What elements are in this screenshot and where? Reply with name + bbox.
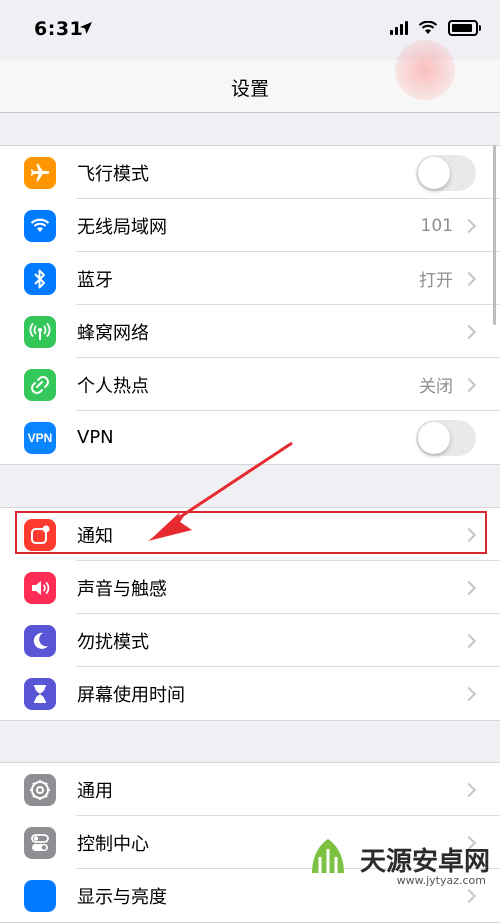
settings-row-label: 勿扰模式 [77, 631, 149, 653]
settings-row-label: 蜂窝网络 [77, 322, 149, 344]
antenna-icon [24, 315, 56, 348]
settings-row-cellular[interactable]: 蜂窝网络 [0, 305, 500, 358]
chevron-right-icon [461, 580, 477, 595]
decorative-blur [395, 40, 455, 100]
chevron-right-icon [461, 782, 477, 797]
wifi-icon [24, 209, 56, 242]
chevron-right-icon [461, 377, 477, 392]
annotation-highlight-box [15, 511, 487, 554]
settings-row-airplane-mode[interactable]: 飞行模式 [0, 146, 500, 199]
watermark-logo-icon [311, 839, 344, 873]
watermark-text: 天源安卓网 [359, 846, 490, 877]
switches-icon [24, 826, 56, 859]
settings-row-label: 显示与亮度 [77, 886, 167, 908]
chevron-right-icon [461, 888, 477, 903]
settings-row-label: 蓝牙 [77, 269, 113, 291]
watermark-url: www.jytyaz.com [396, 874, 486, 887]
settings-row-label: 无线局域网 [77, 216, 167, 238]
bluetooth-icon [24, 262, 56, 295]
settings-row-do-not-disturb[interactable]: 勿扰模式 [0, 614, 500, 667]
settings-row-general[interactable]: 通用 [0, 763, 500, 816]
settings-row-wifi[interactable]: 无线局域网 101 [0, 199, 500, 252]
status-time: 6:31 [34, 18, 84, 40]
vpn-toggle[interactable] [416, 419, 476, 456]
hotspot-status-value: 关闭 [419, 377, 453, 397]
battery-icon [448, 20, 481, 36]
settings-row-label: VPN [77, 427, 114, 448]
vpn-icon: VPN [24, 421, 56, 454]
airplane-mode-toggle[interactable] [416, 154, 476, 191]
wifi-status-icon [418, 21, 438, 34]
chevron-right-icon [461, 324, 477, 339]
hotspot-icon [24, 368, 56, 401]
settings-row-label: 声音与触感 [77, 578, 167, 600]
display-icon [24, 879, 56, 912]
scrollbar[interactable] [493, 145, 496, 325]
hourglass-icon [24, 677, 56, 710]
settings-row-label: 控制中心 [77, 833, 149, 855]
settings-group-connectivity: 飞行模式 无线局域网 101 蓝牙 打开 蜂窝网络 个人热点 关闭 VPN VP… [0, 145, 500, 465]
settings-row-label: 个人热点 [77, 375, 149, 397]
settings-row-label: 通用 [77, 780, 113, 802]
settings-row-label: 屏幕使用时间 [77, 684, 185, 706]
settings-row-screen-time[interactable]: 屏幕使用时间 [0, 667, 500, 720]
moon-icon [24, 624, 56, 657]
chevron-right-icon [461, 271, 477, 286]
cellular-signal-icon [390, 21, 408, 35]
settings-row-label: 飞行模式 [77, 163, 149, 185]
settings-row-bluetooth[interactable]: 蓝牙 打开 [0, 252, 500, 305]
chevron-right-icon [461, 633, 477, 648]
bluetooth-status-value: 打开 [419, 271, 453, 291]
wifi-network-value: 101 [420, 215, 453, 236]
settings-row-sounds-haptics[interactable]: 声音与触感 [0, 561, 500, 614]
chevron-right-icon [461, 218, 477, 233]
settings-row-personal-hotspot[interactable]: 个人热点 关闭 [0, 358, 500, 411]
airplane-icon [24, 156, 56, 189]
speaker-icon [24, 571, 56, 604]
settings-row-vpn[interactable]: VPN VPN [0, 411, 500, 464]
location-arrow-icon [80, 22, 92, 34]
gear-icon [24, 773, 56, 806]
chevron-right-icon [461, 686, 477, 701]
